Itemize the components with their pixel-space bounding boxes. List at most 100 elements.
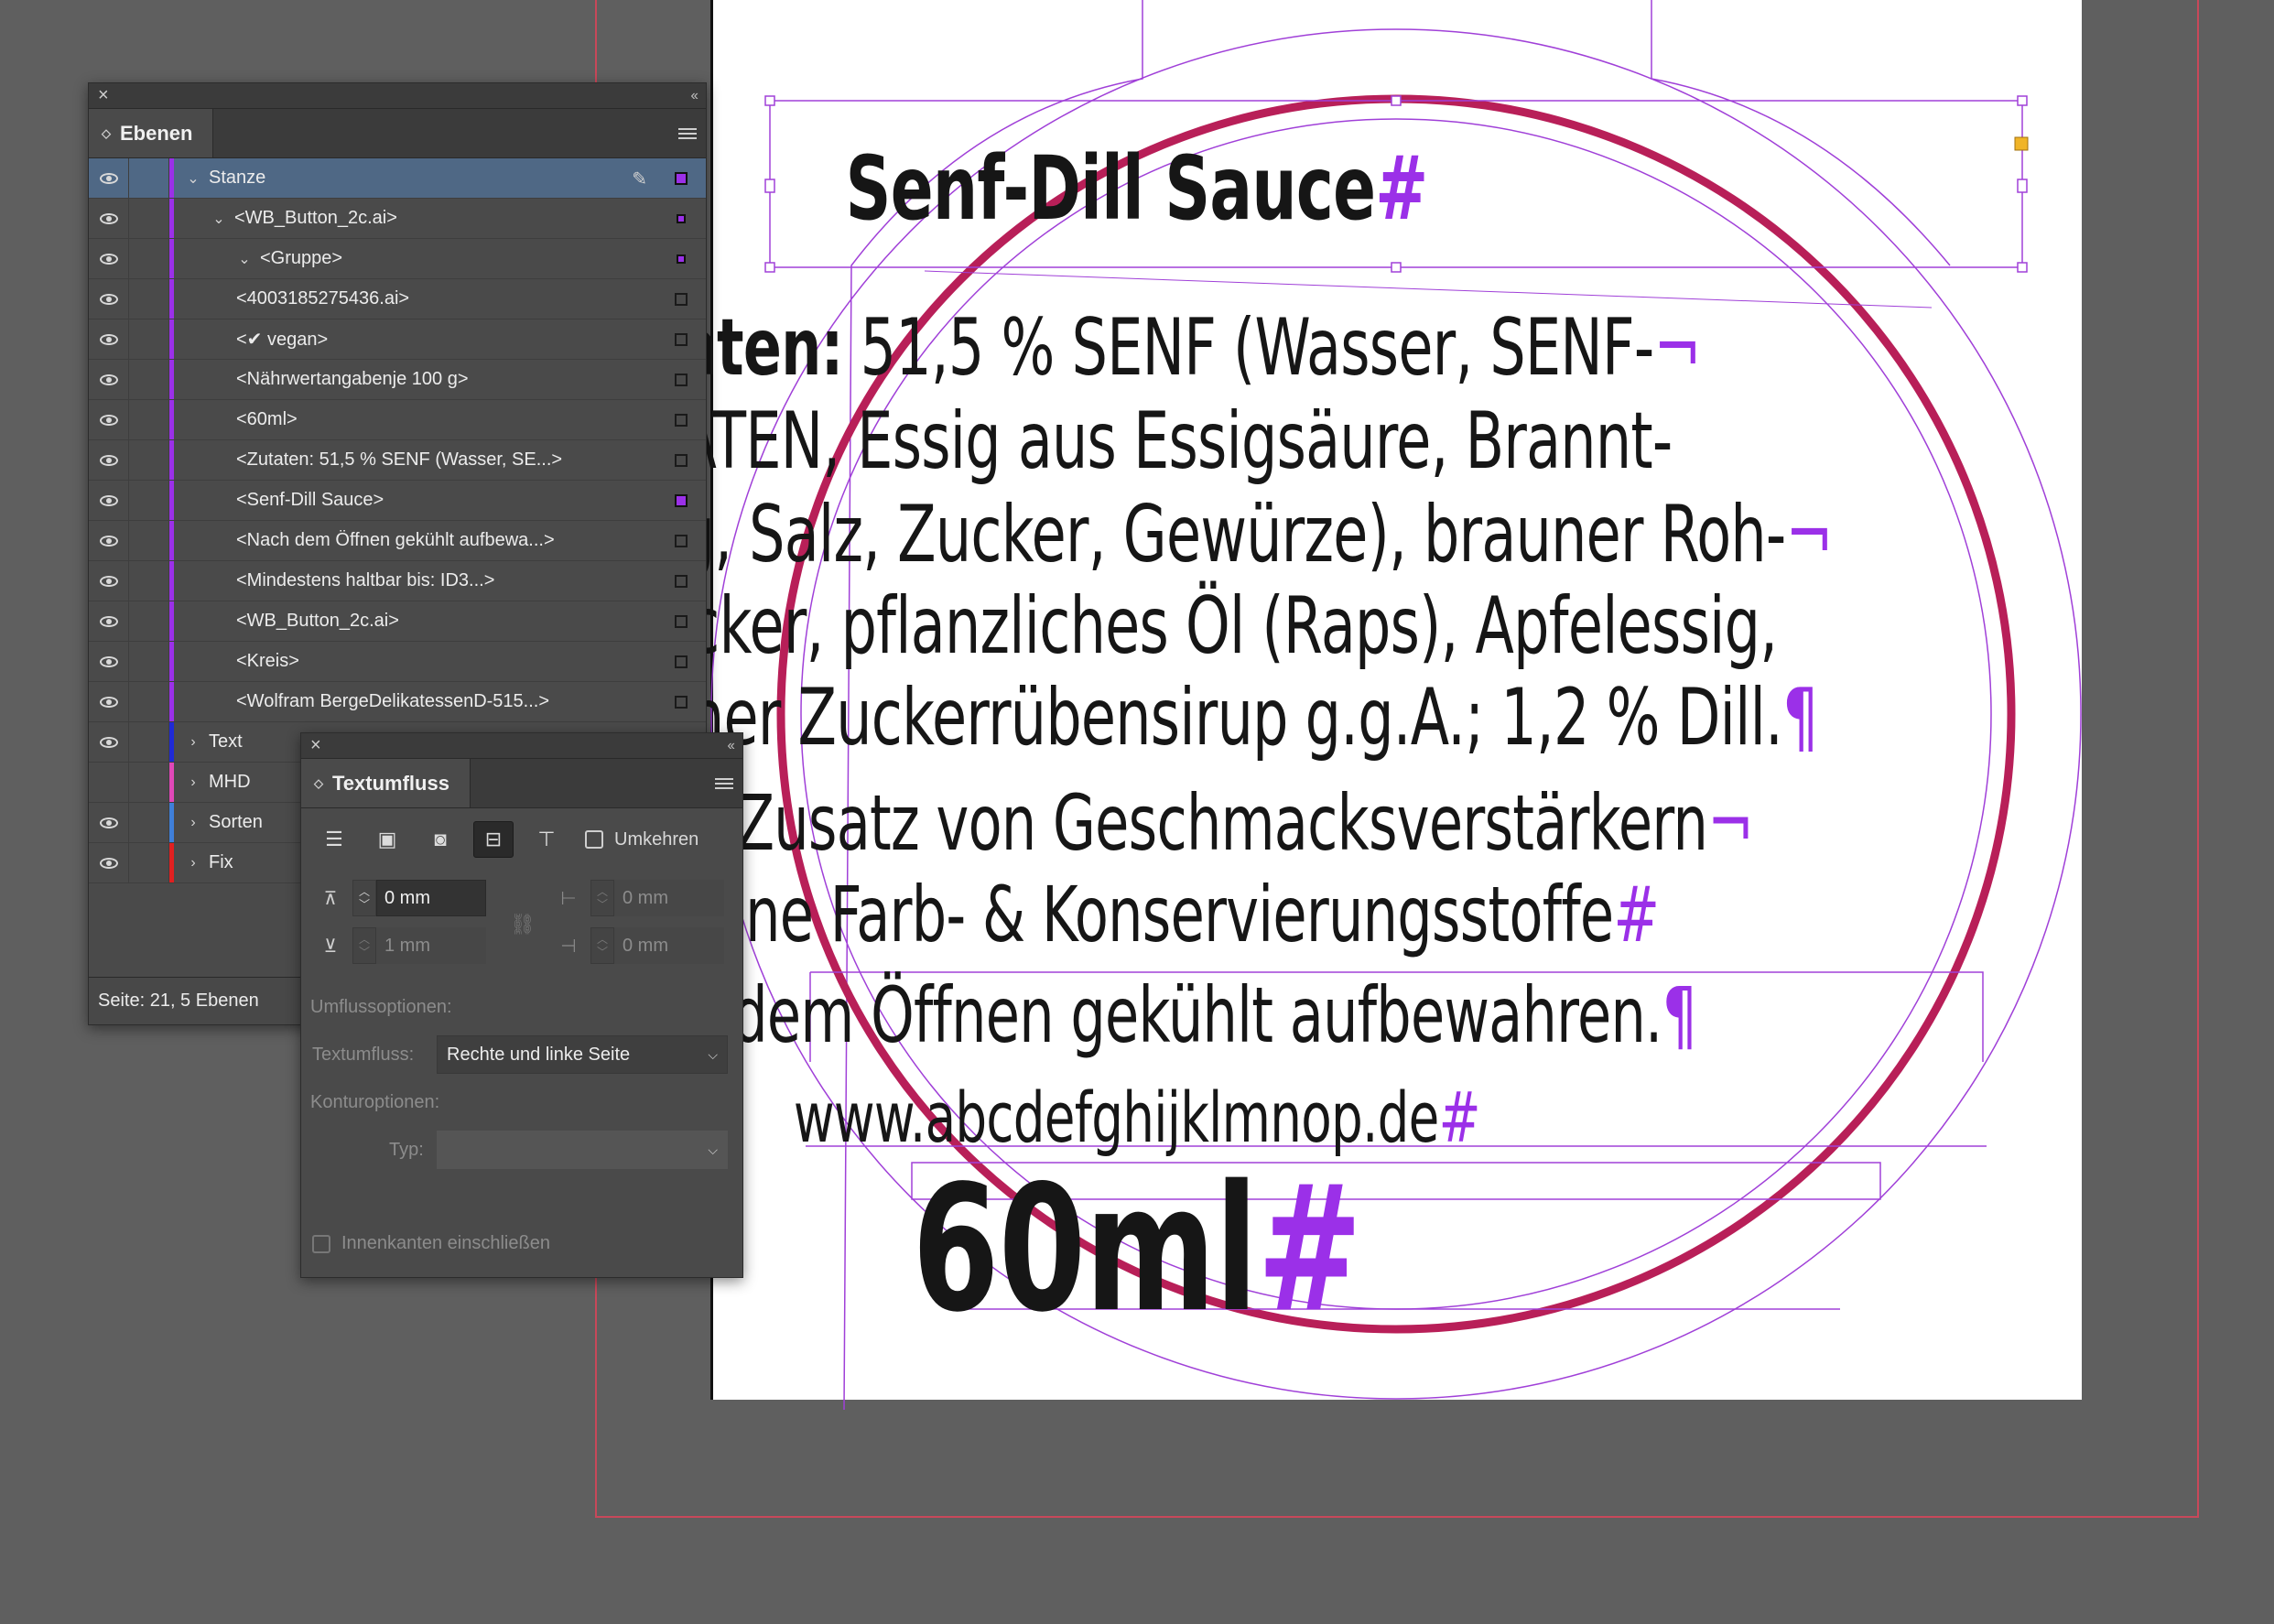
selection-square[interactable] [675,374,688,386]
bottom-offset-input[interactable]: 1 mm [376,927,486,964]
left-offset-input[interactable]: 0 mm [614,880,724,916]
visibility-toggle[interactable] [89,601,129,641]
visibility-toggle[interactable] [89,319,129,359]
visibility-toggle[interactable] [89,440,129,480]
lock-toggle[interactable] [129,843,169,882]
wrap-object-shape-button[interactable]: ◙ [420,821,460,858]
selection-square[interactable] [677,214,686,223]
inside-edges-checkbox[interactable] [312,1234,330,1253]
collapse-icon[interactable]: ‹‹ [690,88,698,104]
lock-toggle[interactable] [129,199,169,238]
selection-square[interactable] [675,535,688,547]
visibility-toggle[interactable] [89,239,129,278]
right-offset-stepper[interactable]: ︿ ﹀ [590,927,614,964]
contour-type-dropdown[interactable]: ⌵ [437,1131,728,1169]
collapse-icon[interactable]: ‹‹ [727,738,735,754]
lock-toggle[interactable] [129,763,169,802]
top-offset-input[interactable]: 0 mm [376,880,486,916]
selection-square[interactable] [675,172,688,185]
layer-row[interactable]: <WB_Button_2c.ai> [89,601,706,642]
lock-toggle[interactable] [129,481,169,520]
no-wrap-button[interactable]: ☰ [314,821,354,858]
selection-square[interactable] [675,414,688,427]
right-offset-field[interactable]: ⊣ ︿ ﹀ 0 mm [552,927,724,964]
jump-to-next-column-button[interactable]: ⊤ [526,821,567,858]
invert-checkbox[interactable] [585,830,603,849]
layer-row[interactable]: ⌄ Stanze ✎ [89,158,706,199]
visibility-toggle[interactable] [89,400,129,439]
visibility-toggle[interactable] [89,722,129,762]
wrap-bounding-box-button[interactable]: ▣ [367,821,407,858]
bottom-offset-field[interactable]: ⊻ ︿ ﹀ 1 mm [314,927,486,964]
lock-toggle[interactable] [129,682,169,721]
lock-toggle[interactable] [129,803,169,842]
visibility-toggle[interactable] [89,199,129,238]
layer-row[interactable]: <Mindestens haltbar bis: ID3...> [89,561,706,601]
jump-object-button[interactable]: ⊟ [473,821,514,858]
chevron-right-icon[interactable]: › [183,774,203,791]
layer-row[interactable]: <Nährwertangabenje 100 g> [89,360,706,400]
lock-toggle[interactable] [129,400,169,439]
panel-menu-button[interactable] [669,109,706,157]
layer-row[interactable]: <✔ vegan> [89,319,706,360]
selection-square[interactable] [675,655,688,668]
bottom-offset-stepper[interactable]: ︿ ﹀ [352,927,376,964]
visibility-toggle[interactable] [89,158,129,198]
visibility-toggle[interactable] [89,803,129,842]
selection-square[interactable] [675,696,688,709]
visibility-toggle[interactable] [89,843,129,882]
lock-toggle[interactable] [129,319,169,359]
layer-row[interactable]: ⌄ <WB_Button_2c.ai> [89,199,706,239]
lock-toggle[interactable] [129,561,169,601]
lock-toggle[interactable] [129,642,169,681]
visibility-toggle[interactable] [89,521,129,560]
selection-square[interactable] [675,575,688,588]
chevron-right-icon[interactable]: › [183,734,203,751]
panel-menu-button[interactable] [706,759,742,807]
layer-row[interactable]: <4003185275436.ai> [89,279,706,319]
visibility-toggle[interactable] [89,360,129,399]
layer-row[interactable]: <Senf-Dill Sauce> [89,481,706,521]
lock-toggle[interactable] [129,360,169,399]
wrap-to-dropdown[interactable]: Rechte und linke Seite ⌵ [437,1035,728,1074]
close-icon[interactable]: × [98,85,109,106]
chevron-right-icon[interactable]: › [183,855,203,872]
layer-row[interactable]: <Nach dem Öffnen gekühlt aufbewa...> [89,521,706,561]
tab-text-wrap[interactable]: ◇ Textumfluss [301,759,471,807]
visibility-toggle[interactable] [89,279,129,319]
link-offsets-icon[interactable]: ⛓ [510,913,536,937]
close-icon[interactable]: × [310,735,321,756]
selection-square[interactable] [675,293,688,306]
layer-row[interactable]: <Zutaten: 51,5 % SENF (Wasser, SE...> [89,440,706,481]
chevron-down-icon[interactable]: ⌄ [183,169,203,188]
visibility-toggle[interactable] [89,642,129,681]
chevron-down-icon[interactable]: ⌄ [234,250,254,268]
selection-square[interactable] [675,615,688,628]
selection-square[interactable] [675,494,688,507]
left-offset-stepper[interactable]: ︿ ﹀ [590,880,614,916]
tab-layers[interactable]: ◇ Ebenen [89,109,214,157]
lock-toggle[interactable] [129,158,169,198]
selection-square[interactable] [677,254,686,264]
top-offset-field[interactable]: ⊼ ︿ ﹀ 0 mm [314,880,486,916]
lock-toggle[interactable] [129,722,169,762]
visibility-toggle[interactable] [89,561,129,601]
lock-toggle[interactable] [129,521,169,560]
top-offset-stepper[interactable]: ︿ ﹀ [352,880,376,916]
lock-toggle[interactable] [129,279,169,319]
left-offset-field[interactable]: ⊢ ︿ ﹀ 0 mm [552,880,724,916]
layer-row[interactable]: ⌄ <Gruppe> [89,239,706,279]
selection-square[interactable] [675,333,688,346]
lock-toggle[interactable] [129,239,169,278]
chevron-down-icon[interactable]: ⌄ [209,210,229,228]
visibility-toggle[interactable] [89,763,129,802]
visibility-toggle[interactable] [89,682,129,721]
text-wrap-panel[interactable]: × ‹‹ ◇ Textumfluss ☰ ▣ ◙ ⊟ ⊤ Umkehren ⊼ … [300,732,743,1278]
layer-row[interactable]: <Kreis> [89,642,706,682]
layer-row[interactable]: <Wolfram BergeDelikatessenD-515...> [89,682,706,722]
layer-row[interactable]: <60ml> [89,400,706,440]
visibility-toggle[interactable] [89,481,129,520]
chevron-right-icon[interactable]: › [183,815,203,831]
selection-square[interactable] [675,454,688,467]
lock-toggle[interactable] [129,601,169,641]
